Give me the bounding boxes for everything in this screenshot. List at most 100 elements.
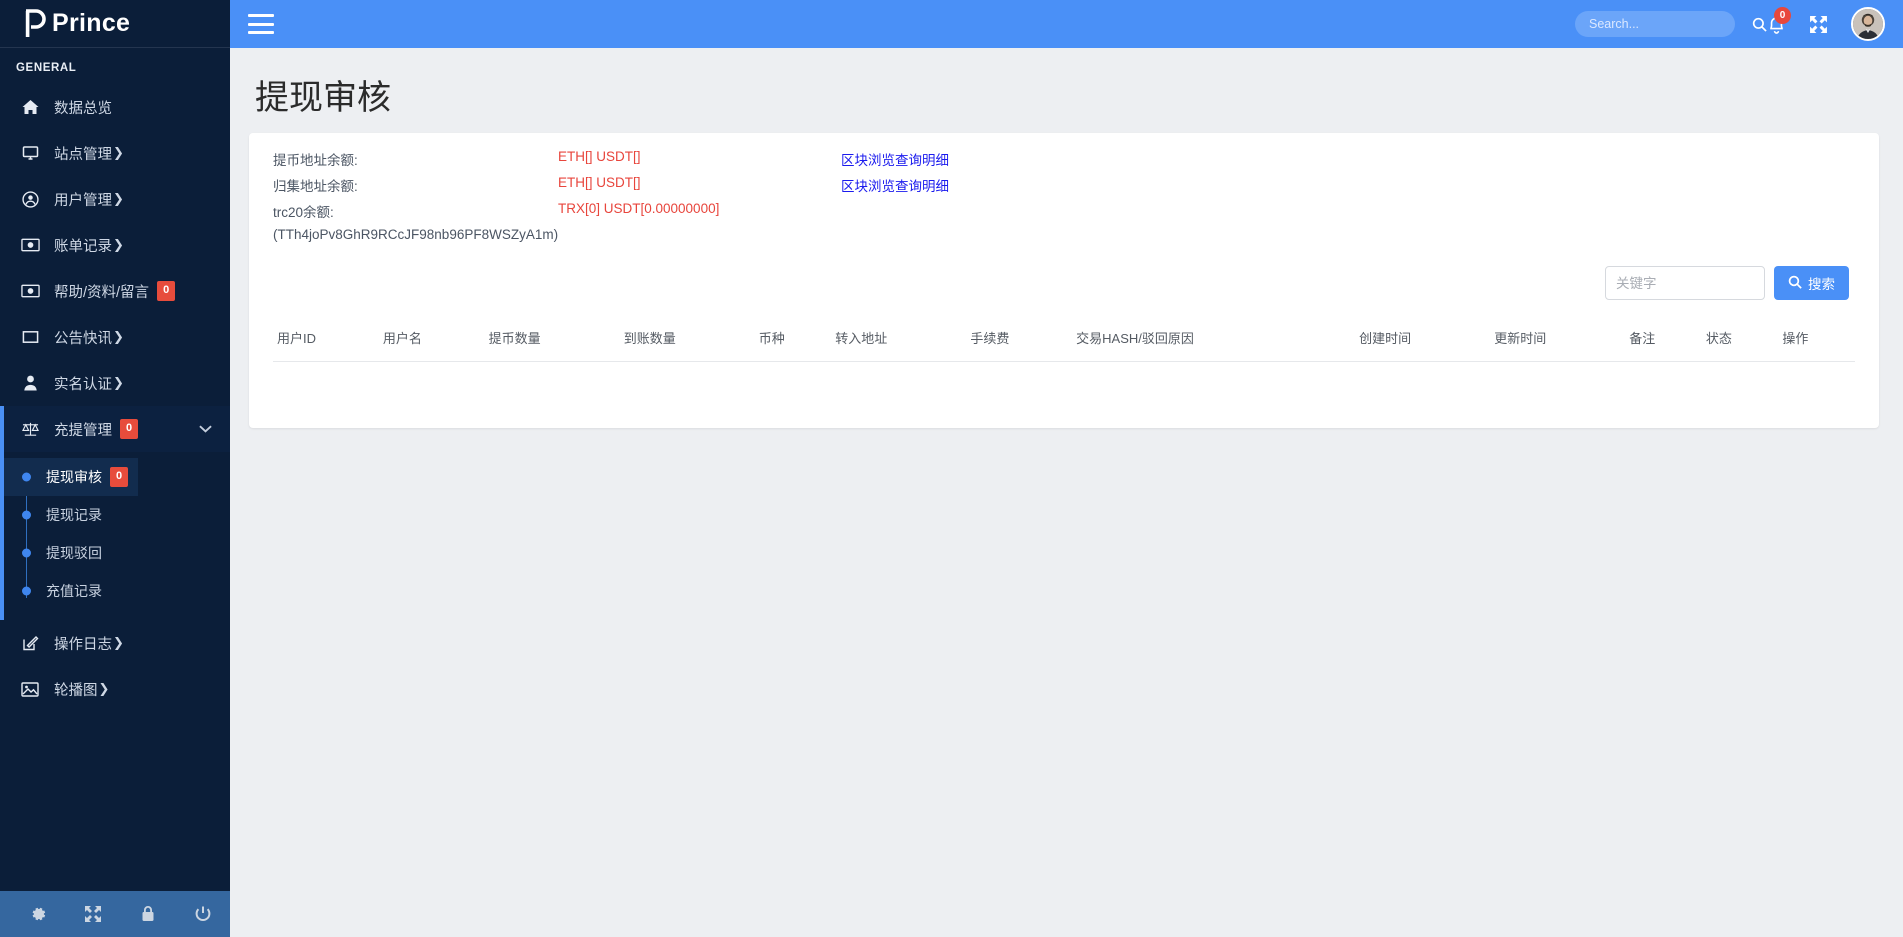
notifications-button[interactable]: 0 <box>1759 7 1793 41</box>
sidebar-item-label: 公告快讯 <box>54 327 112 348</box>
main-content: 提现审核 提币地址余额: ETH[] USDT[] 区块浏览查询明细 归集地址余… <box>230 48 1903 937</box>
table-search-row: 搜索 <box>273 266 1855 300</box>
balance-explorer-cell: 区块浏览查询明细 <box>841 175 949 201</box>
column-header-remark: 备注 <box>1625 320 1702 362</box>
sidebar-item-label: 数据总览 <box>54 97 112 118</box>
table-head: 用户ID 用户名 提币数量 到账数量 币种 转入地址 手续费 交易HASH/驳回… <box>273 320 1855 362</box>
fullscreen-button[interactable] <box>1801 7 1835 41</box>
balance-address-row: (TTh4joPv8GhR9RCcJF98nb96PF8WSZyA1m) <box>273 227 949 248</box>
p-logo-icon <box>22 9 48 39</box>
top-navbar: 0 <box>230 0 1903 48</box>
sidebar-item-real-name-verification[interactable]: 实名认证 ❯ <box>0 360 230 406</box>
window-icon <box>18 328 42 346</box>
balance-value: ETH[] USDT[] <box>558 175 841 201</box>
sidebar-group-deposit-withdraw: 充提管理 0 提现审核 0 提现记录 提现驳回 充 <box>0 406 230 620</box>
column-header-fee: 手续费 <box>966 320 1072 362</box>
sidebar-group-badge: 0 <box>120 419 138 439</box>
search-button-label: 搜索 <box>1808 273 1835 293</box>
column-header-actions: 操作 <box>1778 320 1855 362</box>
bullet-dot-icon <box>22 587 31 596</box>
sidebar-item-label: 站点管理 <box>54 143 112 164</box>
chevron-right-icon: ❯ <box>113 191 124 207</box>
chevron-right-icon: ❯ <box>113 329 124 345</box>
balance-row: 提币地址余额: ETH[] USDT[] 区块浏览查询明细 <box>273 149 949 175</box>
sidebar-item-user-management[interactable]: 用户管理 ❯ <box>0 176 230 222</box>
chevron-right-icon: ❯ <box>113 375 124 391</box>
topbar-right-group: 0 <box>1575 7 1903 41</box>
money-icon <box>18 236 42 254</box>
person-icon <box>18 374 42 392</box>
sidebar-item-label: 账单记录 <box>54 235 112 256</box>
sidebar-item-help-docs-messages[interactable]: 帮助/资料/留言 0 <box>0 268 230 314</box>
column-header-received-amount: 到账数量 <box>620 320 755 362</box>
expand-arrows-icon[interactable] <box>65 891 120 937</box>
balance-value: TRX[0] USDT[0.00000000] <box>558 201 841 227</box>
search-button[interactable]: 搜索 <box>1774 266 1849 300</box>
lock-icon[interactable] <box>120 891 175 937</box>
edit-square-icon <box>18 634 42 652</box>
brand-name: Prince <box>52 9 130 38</box>
balance-explorer-cell <box>841 201 949 227</box>
sidebar-item-label: 用户管理 <box>54 189 112 210</box>
keyword-input[interactable] <box>1605 266 1765 300</box>
balance-row: 归集地址余额: ETH[] USDT[] 区块浏览查询明细 <box>273 175 949 201</box>
sidebar-item-site-management[interactable]: 站点管理 ❯ <box>0 130 230 176</box>
table-header-row: 用户ID 用户名 提币数量 到账数量 币种 转入地址 手续费 交易HASH/驳回… <box>273 320 1855 362</box>
balance-value: ETH[] USDT[] <box>558 149 841 175</box>
blockchain-explorer-link[interactable]: 区块浏览查询明细 <box>841 153 949 168</box>
search-icon <box>1788 275 1802 292</box>
home-icon <box>18 98 42 116</box>
hamburger-icon[interactable] <box>248 14 274 34</box>
search-input[interactable] <box>1587 16 1752 32</box>
global-search[interactable] <box>1575 11 1735 37</box>
sidebar-subitem-label: 提现审核 <box>46 467 102 487</box>
notification-badge: 0 <box>1774 7 1791 24</box>
sidebar-item-bill-records[interactable]: 账单记录 ❯ <box>0 222 230 268</box>
image-icon <box>18 680 42 698</box>
sidebar-item-dashboard[interactable]: 数据总览 <box>0 84 230 130</box>
sidebar-subitem-label: 提现驳回 <box>46 543 102 563</box>
sidebar-subitem-withdraw-rejected[interactable]: 提现驳回 <box>4 534 230 572</box>
chevron-right-icon: ❯ <box>113 237 124 253</box>
sidebar-subitem-label: 提现记录 <box>46 505 102 525</box>
sidebar-item-label: 帮助/资料/留言 <box>54 281 149 302</box>
chevron-down-icon <box>199 422 212 437</box>
sidebar-group-label: 充提管理 <box>54 419 112 440</box>
brand-logo[interactable]: Prince <box>0 0 230 48</box>
content-card: 提币地址余额: ETH[] USDT[] 区块浏览查询明细 归集地址余额: ET… <box>249 133 1879 428</box>
sidebar-item-badge: 0 <box>157 281 175 301</box>
chevron-right-icon: ❯ <box>99 681 110 697</box>
withdraw-review-table: 用户ID 用户名 提币数量 到账数量 币种 转入地址 手续费 交易HASH/驳回… <box>273 320 1855 402</box>
sidebar-subitem-deposit-records[interactable]: 充值记录 <box>4 572 230 610</box>
blockchain-explorer-link[interactable]: 区块浏览查询明细 <box>841 179 949 194</box>
monitor-icon <box>18 144 42 162</box>
sidebar: Prince GENERAL 数据总览 站点管理 ❯ 用户管理 ❯ <box>0 0 230 937</box>
column-header-to-address: 转入地址 <box>831 320 966 362</box>
power-icon[interactable] <box>175 891 230 937</box>
trc20-address: (TTh4joPv8GhR9RCcJF98nb96PF8WSZyA1m) <box>273 227 949 248</box>
sidebar-footer <box>0 891 230 937</box>
sidebar-subitem-withdraw-review[interactable]: 提现审核 0 <box>4 458 138 496</box>
sidebar-group-header[interactable]: 充提管理 0 <box>0 406 230 452</box>
bullet-dot-icon <box>22 473 31 482</box>
column-header-tx-hash-reason: 交易HASH/驳回原因 <box>1072 320 1355 362</box>
balance-label: 归集地址余额: <box>273 175 558 201</box>
bullet-dot-icon <box>22 549 31 558</box>
balance-summary: 提币地址余额: ETH[] USDT[] 区块浏览查询明细 归集地址余额: ET… <box>273 149 949 248</box>
balance-scale-icon <box>18 420 42 438</box>
column-header-withdraw-amount: 提币数量 <box>485 320 620 362</box>
sidebar-item-announcements[interactable]: 公告快讯 ❯ <box>0 314 230 360</box>
sidebar-item-label: 实名认证 <box>54 373 112 394</box>
balance-explorer-cell: 区块浏览查询明细 <box>841 149 949 175</box>
bullet-dot-icon <box>22 511 31 520</box>
user-avatar[interactable] <box>1851 7 1885 41</box>
table-body <box>273 362 1855 402</box>
column-header-created-time: 创建时间 <box>1355 320 1490 362</box>
sidebar-item-label: 操作日志 <box>54 633 112 654</box>
gear-icon[interactable] <box>10 891 65 937</box>
sidebar-subitem-withdraw-records[interactable]: 提现记录 <box>4 496 230 534</box>
column-header-username: 用户名 <box>379 320 485 362</box>
sidebar-item-carousel[interactable]: 轮播图 ❯ <box>0 666 230 712</box>
column-header-currency: 币种 <box>755 320 832 362</box>
sidebar-item-operation-logs[interactable]: 操作日志 ❯ <box>0 620 230 666</box>
